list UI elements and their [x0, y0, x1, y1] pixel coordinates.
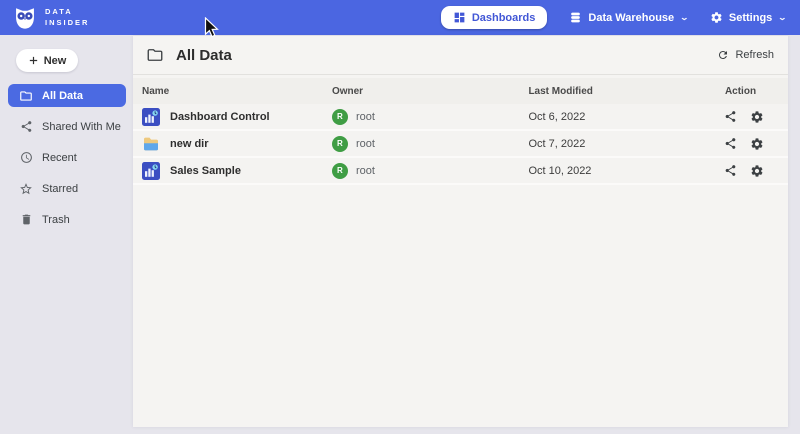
sidebar-item-label: Shared With Me — [42, 121, 121, 133]
column-header-last-modified: Last Modified — [519, 86, 716, 97]
data-warehouse-label: Data Warehouse — [588, 12, 674, 24]
table-row[interactable]: Dashboard Control R root Oct 6, 2022 — [133, 104, 788, 131]
table-row[interactable]: Sales Sample R root Oct 10, 2022 — [133, 158, 788, 185]
gear-icon — [710, 11, 723, 24]
gear-icon[interactable] — [750, 164, 764, 178]
file-name: Dashboard Control — [170, 111, 270, 123]
brand-name: DATA INSIDER — [45, 7, 89, 29]
main-panel: All Data Refresh Name Owner Last Modifie… — [133, 36, 788, 427]
last-modified-date: Oct 6, 2022 — [519, 111, 716, 123]
data-warehouse-menu[interactable]: Data Warehouse ⌄ — [569, 11, 688, 24]
star-icon — [19, 182, 33, 196]
sidebar-item-shared-with-me[interactable]: Shared With Me — [8, 115, 126, 138]
clock-icon — [19, 151, 33, 164]
plus-icon — [28, 55, 39, 66]
sidebar-item-label: Starred — [42, 183, 78, 195]
file-name: Sales Sample — [170, 165, 241, 177]
gear-icon[interactable] — [750, 137, 764, 151]
file-name: new dir — [170, 138, 209, 150]
page-title: All Data — [176, 47, 232, 64]
last-modified-date: Oct 7, 2022 — [519, 138, 716, 150]
sidebar: New All Data Shared With Me Recent Star — [0, 35, 133, 434]
header-nav: Dashboards Data Warehouse ⌄ Settings ⌄ — [441, 6, 786, 29]
dashboards-label: Dashboards — [472, 12, 536, 24]
column-header-name: Name — [133, 86, 323, 97]
table-header: Name Owner Last Modified Action — [133, 78, 788, 104]
owner-avatar: R — [332, 109, 348, 125]
folder-file-icon — [142, 135, 160, 153]
database-icon — [569, 11, 582, 24]
refresh-button[interactable]: Refresh — [717, 49, 774, 61]
owl-logo-icon — [12, 5, 38, 31]
last-modified-date: Oct 10, 2022 — [519, 165, 716, 177]
folder-icon — [19, 89, 33, 103]
gear-icon[interactable] — [750, 110, 764, 124]
trash-icon — [19, 213, 33, 226]
sidebar-item-label: Trash — [42, 214, 70, 226]
sidebar-item-label: All Data — [42, 90, 83, 102]
chart-file-icon — [142, 108, 160, 126]
dashboard-icon — [453, 11, 466, 24]
sidebar-item-label: Recent — [42, 152, 77, 164]
owner-name: root — [356, 138, 375, 150]
owner-avatar: R — [332, 136, 348, 152]
brand-logo: DATA INSIDER — [12, 5, 89, 31]
chevron-down-icon: ⌄ — [778, 13, 787, 22]
share-icon[interactable] — [724, 164, 737, 177]
share-icon[interactable] — [724, 137, 737, 150]
sidebar-list: All Data Shared With Me Recent Starred T — [0, 84, 133, 231]
share-icon — [19, 120, 33, 133]
chart-file-icon — [142, 162, 160, 180]
owner-avatar: R — [332, 163, 348, 179]
dashboards-button[interactable]: Dashboards — [441, 6, 548, 29]
refresh-icon — [717, 49, 729, 61]
folder-icon — [146, 46, 164, 64]
chevron-down-icon: ⌄ — [680, 13, 689, 22]
column-header-action: Action — [716, 86, 788, 97]
settings-menu[interactable]: Settings ⌄ — [710, 11, 786, 24]
table-row[interactable]: new dir R root Oct 7, 2022 — [133, 131, 788, 158]
sidebar-item-starred[interactable]: Starred — [8, 177, 126, 200]
refresh-label: Refresh — [735, 49, 774, 61]
owner-name: root — [356, 111, 375, 123]
sidebar-item-recent[interactable]: Recent — [8, 146, 126, 169]
sidebar-item-trash[interactable]: Trash — [8, 208, 126, 231]
new-button[interactable]: New — [16, 49, 78, 72]
mouse-cursor — [204, 17, 219, 44]
title-bar: All Data Refresh — [133, 36, 788, 75]
owner-name: root — [356, 165, 375, 177]
sidebar-item-all-data[interactable]: All Data — [8, 84, 126, 107]
settings-label: Settings — [729, 12, 772, 24]
share-icon[interactable] — [724, 110, 737, 123]
app-header: DATA INSIDER Dashboards Data Warehouse ⌄ — [0, 0, 800, 35]
column-header-owner: Owner — [323, 86, 520, 97]
new-button-label: New — [44, 55, 67, 67]
